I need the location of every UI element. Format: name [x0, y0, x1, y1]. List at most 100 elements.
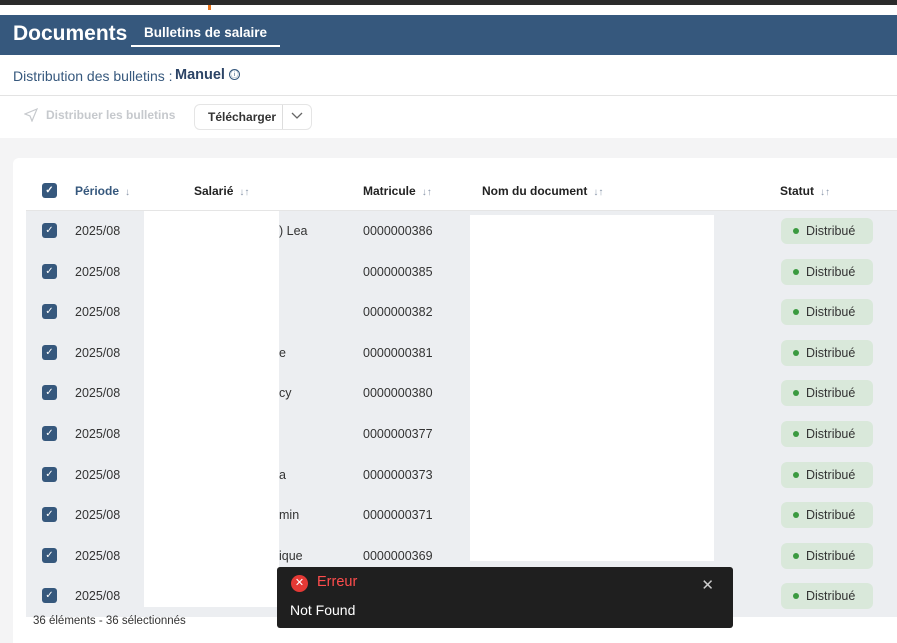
- period-cell: 2025/08: [75, 264, 121, 279]
- status-label: Distribué: [806, 427, 856, 441]
- status-badge: Distribué: [781, 258, 873, 285]
- status-dot-icon: [793, 390, 799, 397]
- status-badge: Distribué: [781, 339, 873, 366]
- matricule-cell: 0000000381: [363, 345, 433, 360]
- employee-cell: cy: [279, 386, 292, 401]
- status-label: Distribué: [806, 548, 856, 563]
- matricule-cell: 0000000382: [363, 305, 433, 320]
- column-label: Période: [75, 184, 120, 198]
- matricule-cell: 0000000386: [363, 224, 433, 238]
- matricule-cell: 0000000369: [363, 548, 433, 563]
- column-statut[interactable]: Statut ↓↑: [780, 184, 830, 198]
- period-cell: 2025/08: [75, 589, 121, 604]
- column-label: Nom du document: [482, 184, 588, 198]
- row-checkbox[interactable]: ✓: [42, 507, 57, 523]
- column-document[interactable]: Nom du document ↓↑: [482, 184, 603, 198]
- distribution-bar: Distribution des bulletins : Manuel ⓘ: [0, 55, 897, 96]
- period-cell: 2025/08: [75, 345, 121, 360]
- row-checkbox[interactable]: ✓: [42, 588, 57, 604]
- employee-cell: ique: [279, 548, 303, 563]
- status-label: Distribué: [806, 345, 856, 360]
- status-dot-icon: [793, 593, 799, 600]
- status-dot-icon: [793, 309, 799, 316]
- column-salarie[interactable]: Salarié ↓↑: [194, 184, 249, 198]
- period-cell: 2025/08: [75, 548, 121, 563]
- row-checkbox[interactable]: ✓: [42, 304, 57, 320]
- column-label: Salarié: [194, 184, 234, 198]
- sort-icon: ↓↑: [593, 187, 604, 198]
- matricule-cell: 0000000377: [363, 427, 433, 441]
- row-checkbox[interactable]: ✓: [42, 385, 57, 401]
- status-dot-icon: [793, 431, 799, 437]
- sort-icon: ↓↑: [239, 187, 250, 198]
- redacted-area: [470, 215, 714, 561]
- status-dot-icon: [793, 512, 799, 519]
- download-split-button: Télécharger: [194, 104, 312, 130]
- tab-bulletins[interactable]: Bulletins de salaire: [131, 25, 281, 47]
- select-all-checkbox[interactable]: ✓: [42, 183, 57, 198]
- period-cell: 2025/08: [75, 386, 121, 401]
- matricule-cell: 0000000373: [363, 467, 433, 482]
- column-matricule[interactable]: Matricule ↓↑: [363, 184, 432, 198]
- table-header: ✓ Période ↓ Salarié ↓↑ Matricule ↓↑ Nom du …: [26, 170, 897, 211]
- error-icon: ✕: [291, 575, 308, 592]
- redacted-area: [144, 211, 279, 607]
- column-label: Statut: [780, 184, 814, 198]
- distribute-label: Distribuer les bulletins: [46, 108, 176, 122]
- employee-cell: min: [279, 508, 300, 523]
- distribute-button[interactable]: Distribuer les bulletins: [24, 108, 175, 122]
- sort-icon: ↓↑: [820, 187, 830, 198]
- period-cell: 2025/08: [75, 467, 121, 482]
- distribution-value: Manuel: [175, 67, 225, 83]
- toast-title: Erreur: [317, 574, 358, 590]
- status-badge: Distribué: [781, 502, 873, 529]
- status-label: Distribué: [806, 467, 856, 482]
- status-dot-icon: [793, 552, 799, 559]
- status-label: Distribué: [806, 264, 856, 279]
- status-label: Distribué: [806, 224, 856, 238]
- page-header: Documents Bulletins de salaire: [0, 15, 897, 55]
- close-icon[interactable]: ✕: [701, 576, 714, 594]
- sort-icon: ↓↑: [421, 187, 432, 198]
- status-badge: Distribué: [781, 299, 873, 326]
- top-bar: [0, 0, 897, 15]
- toolbar: Distribuer les bulletins Télécharger: [0, 96, 897, 138]
- row-checkbox[interactable]: ✓: [42, 547, 57, 563]
- sort-desc-icon: ↓: [125, 187, 131, 198]
- send-icon: [24, 108, 38, 122]
- row-checkbox[interactable]: ✓: [42, 263, 57, 279]
- row-checkbox[interactable]: ✓: [42, 344, 57, 360]
- status-label: Distribué: [806, 589, 856, 604]
- status-badge: Distribué: [781, 421, 873, 447]
- selection-count: 36 éléments - 36 sélectionnés: [33, 615, 186, 627]
- row-checkbox[interactable]: ✓: [42, 223, 57, 238]
- row-checkbox[interactable]: ✓: [42, 426, 57, 441]
- distribution-label: Distribution des bulletins :: [13, 68, 173, 84]
- status-badge: Distribué: [781, 461, 873, 488]
- row-checkbox[interactable]: ✓: [42, 466, 57, 482]
- employee-cell: a: [279, 467, 286, 482]
- status-label: Distribué: [806, 386, 856, 401]
- status-badge: Distribué: [781, 218, 873, 244]
- period-cell: 2025/08: [75, 305, 121, 320]
- matricule-cell: 0000000371: [363, 508, 433, 523]
- info-icon[interactable]: ⓘ: [229, 69, 240, 80]
- status-dot-icon: [793, 471, 799, 478]
- status-badge: Distribué: [781, 583, 873, 610]
- matricule-cell: 0000000380: [363, 386, 433, 401]
- status-label: Distribué: [806, 508, 856, 523]
- status-dot-icon: [793, 349, 799, 356]
- page-title: Documents: [13, 22, 128, 45]
- download-button[interactable]: Télécharger: [195, 105, 284, 129]
- status-badge: Distribué: [781, 380, 873, 407]
- column-periode[interactable]: Période ↓: [75, 184, 130, 198]
- period-cell: 2025/08: [75, 224, 121, 238]
- error-toast: ✕ Erreur Not Found ✕: [277, 567, 733, 628]
- status-label: Distribué: [806, 305, 856, 320]
- status-dot-icon: [793, 268, 799, 275]
- column-label: Matricule: [363, 184, 416, 198]
- status-dot-icon: [793, 228, 799, 234]
- chevron-down-icon[interactable]: [283, 105, 311, 129]
- employee-cell: e: [279, 345, 286, 360]
- status-badge: Distribué: [781, 542, 873, 569]
